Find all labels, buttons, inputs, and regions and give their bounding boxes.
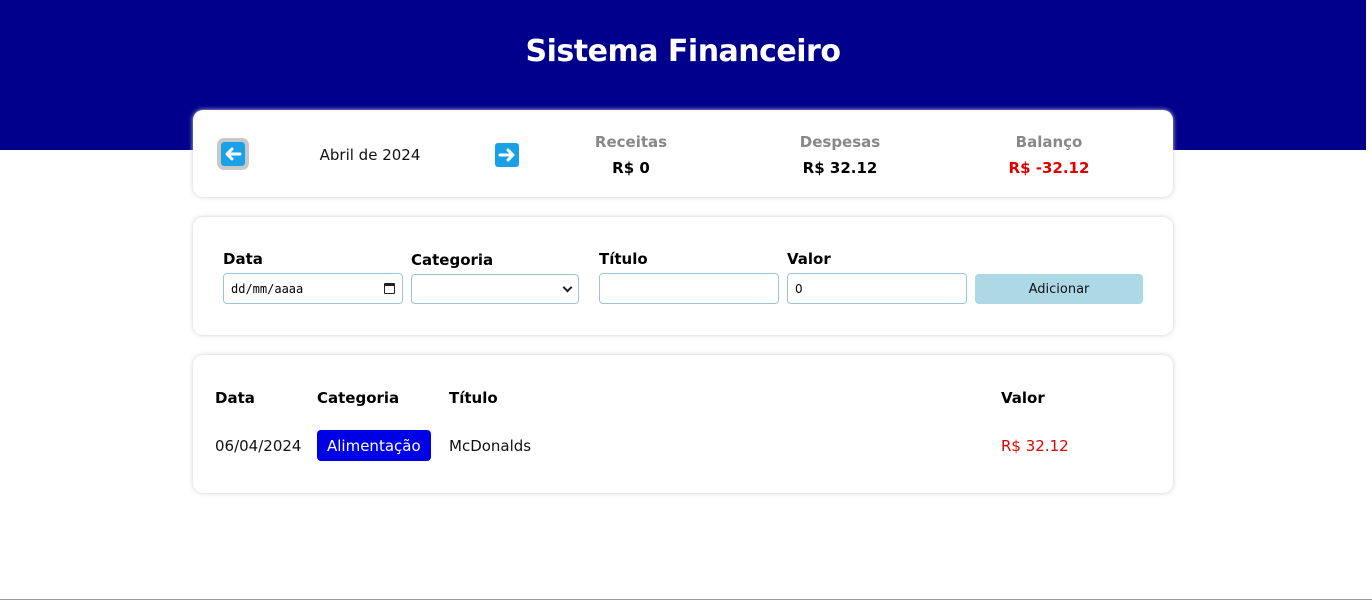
title-label: Título xyxy=(599,250,648,268)
column-header-category: Categoria xyxy=(317,389,400,407)
entries-table: Data Categoria Título Valor 06/04/2024 A… xyxy=(193,355,1173,493)
row-title: McDonalds xyxy=(449,437,532,455)
column-header-value: Valor xyxy=(1001,389,1045,407)
category-badge: Alimentação xyxy=(317,430,431,461)
income-value: R$ 0 xyxy=(612,159,650,177)
balance-value: R$ -32.12 xyxy=(1008,159,1090,177)
income-summary: Receitas R$ 0 xyxy=(541,133,721,177)
expense-value: R$ 32.12 xyxy=(802,159,878,177)
value-input[interactable]: 0 xyxy=(787,273,967,304)
balance-title: Balanço xyxy=(1015,133,1083,151)
scrollbar-track xyxy=(1366,22,1372,600)
value-label: Valor xyxy=(787,250,831,268)
arrow-left-icon xyxy=(225,147,242,161)
expense-title: Despesas xyxy=(799,133,881,151)
current-month: Abril de 2024 xyxy=(319,146,421,164)
arrow-right-icon xyxy=(498,148,515,162)
category-select[interactable] xyxy=(411,274,579,304)
row-value: R$ 32.12 xyxy=(1001,437,1069,455)
info-panel: Abril de 2024 Receitas R$ 0 Despesas R$ … xyxy=(193,110,1173,197)
next-month-button[interactable] xyxy=(495,143,519,167)
add-entry-form: Data dd/mm/aaaa Categoria Título Valor 0… xyxy=(193,217,1173,335)
add-button[interactable]: Adicionar xyxy=(975,274,1143,304)
prev-month-button[interactable] xyxy=(217,138,249,170)
date-placeholder: dd/mm/aaaa xyxy=(231,281,304,296)
row-date: 06/04/2024 xyxy=(215,437,302,455)
calendar-icon[interactable] xyxy=(384,283,395,294)
column-header-title: Título xyxy=(449,389,498,407)
income-title: Receitas xyxy=(594,133,668,151)
value-input-value: 0 xyxy=(795,281,803,296)
category-label: Categoria xyxy=(411,251,494,269)
date-input[interactable]: dd/mm/aaaa xyxy=(223,273,403,304)
expense-summary: Despesas R$ 32.12 xyxy=(750,133,930,177)
date-label: Data xyxy=(223,250,263,268)
page-title: Sistema Financeiro xyxy=(525,34,841,69)
title-input[interactable] xyxy=(599,273,779,304)
balance-summary: Balanço R$ -32.12 xyxy=(959,133,1139,177)
column-header-date: Data xyxy=(215,389,255,407)
chevron-down-icon xyxy=(562,282,573,293)
